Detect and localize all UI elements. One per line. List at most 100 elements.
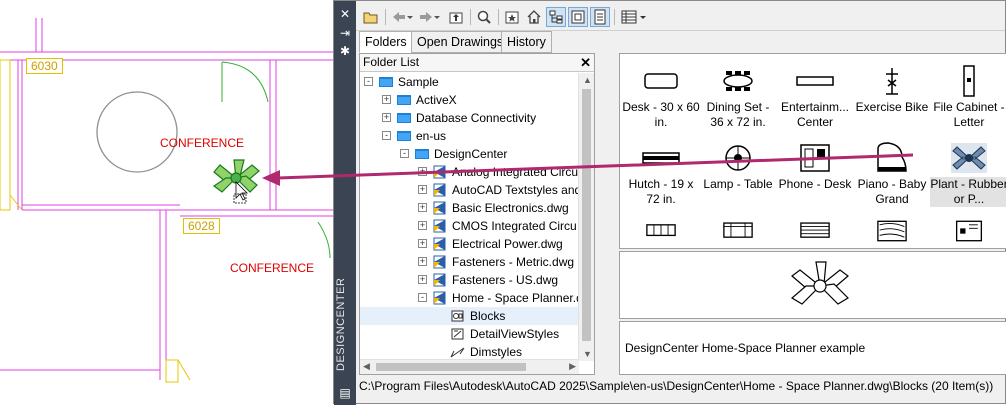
room-number-6030: 6030: [26, 58, 63, 74]
hutch-icon: [642, 152, 680, 164]
block-item-label: Lamp - Table: [703, 177, 773, 191]
tree-item[interactable]: Blocks: [360, 307, 579, 325]
home-icon[interactable]: [524, 7, 544, 27]
tree-item[interactable]: - DesignCenter: [360, 145, 579, 163]
views-icon[interactable]: [619, 7, 639, 27]
tree-item[interactable]: + Basic Electronics.dwg: [360, 199, 579, 217]
tree-toggle-icon[interactable]: [546, 7, 566, 27]
preview-icon[interactable]: [568, 7, 588, 27]
tree-item[interactable]: + Fasteners - US.dwg: [360, 271, 579, 289]
expand-icon[interactable]: +: [418, 257, 427, 266]
block-thumbnail[interactable]: [795, 216, 835, 246]
block-thumbnail[interactable]: [641, 216, 681, 246]
search-icon[interactable]: [474, 7, 494, 27]
close-icon[interactable]: ✕: [337, 6, 353, 22]
tree-item[interactable]: + Fasteners - Metric.dwg: [360, 253, 579, 271]
tree-item[interactable]: + ActiveX: [360, 91, 579, 109]
tree-item-label: Blocks: [470, 309, 506, 323]
back-dropdown-icon[interactable]: [405, 7, 415, 27]
toolbar: [356, 1, 1005, 31]
collapse-icon[interactable]: -: [418, 293, 427, 302]
autohide-icon[interactable]: ⇥: [337, 25, 353, 41]
folder-icon: [397, 113, 411, 123]
tree-item[interactable]: - en-us: [360, 127, 579, 145]
block-item[interactable]: Lamp - Table: [699, 135, 777, 209]
block-thumbnail[interactable]: [949, 216, 989, 246]
tab-folders[interactable]: Folders: [359, 31, 413, 53]
plant-icon: [951, 143, 987, 173]
folder-list-header: Folder List ✕: [360, 54, 594, 72]
block-item[interactable]: File Cabinet - Letter: [930, 58, 1006, 132]
block-item[interactable]: Exercise Bike: [853, 58, 931, 132]
collapse-icon[interactable]: -: [382, 131, 391, 140]
folder-horizontal-scrollbar[interactable]: ◀ ▶: [360, 359, 579, 374]
block-item-label: Phone - Desk: [778, 177, 852, 191]
tree-item-label: Analog Integrated Circu: [452, 165, 579, 179]
tree-item-label: CMOS Integrated Circu: [452, 219, 577, 233]
tree-item[interactable]: + Database Connectivity: [360, 109, 579, 127]
palette-menu-icon[interactable]: ▤: [337, 385, 353, 401]
palette-title-strip[interactable]: ✕ ⇥ ✱ DESIGNCENTER ▤: [334, 1, 356, 405]
block-item[interactable]: Piano - Baby Grand: [853, 135, 931, 209]
tree-item[interactable]: + Analog Integrated Circu: [360, 163, 579, 181]
tree-item-label: Sample: [398, 75, 439, 89]
tree-item[interactable]: - Sample: [360, 73, 579, 91]
views-dropdown-icon[interactable]: [638, 7, 648, 27]
up-icon[interactable]: [446, 7, 466, 27]
dimstyles-icon: [450, 347, 465, 358]
room-label-conference-2: CONFERENCE: [230, 261, 315, 275]
description-pane: ✕ DesignCenter Home-Space Planner exampl…: [619, 321, 1006, 375]
folder-icon: [397, 95, 411, 105]
expand-icon[interactable]: +: [418, 203, 427, 212]
block-thumbnail[interactable]: [872, 216, 912, 246]
dining-set-icon: [723, 71, 753, 91]
expand-icon[interactable]: +: [418, 185, 427, 194]
drawing-file-icon: [433, 291, 446, 305]
expand-icon[interactable]: +: [382, 113, 391, 122]
tree-item[interactable]: + CMOS Integrated Circu: [360, 217, 579, 235]
detail-view-styles-icon: [451, 328, 464, 340]
tree-item[interactable]: + Electrical Power.dwg: [360, 235, 579, 253]
folder-vertical-scrollbar[interactable]: ▲ ▼: [578, 73, 594, 361]
load-icon[interactable]: [361, 7, 381, 27]
block-item[interactable]: Entertainm... Center: [776, 58, 854, 132]
expand-icon[interactable]: +: [418, 221, 427, 230]
properties-icon[interactable]: ✱: [337, 43, 353, 59]
block-thumbnail[interactable]: [718, 216, 758, 246]
expand-icon[interactable]: +: [418, 167, 427, 176]
status-bar: C:\Program Files\Autodesk\AutoCAD 2025\S…: [359, 379, 994, 393]
folder-list-panel: Folder List ✕ - Sample + ActiveX + Database C…: [359, 53, 595, 375]
tree-item-label: AutoCAD Textstyles and: [452, 183, 579, 197]
block-item[interactable]: Phone - Desk: [776, 135, 854, 209]
collapse-icon[interactable]: -: [364, 77, 373, 86]
close-icon[interactable]: ✕: [580, 54, 591, 71]
drawing-file-icon: [433, 237, 446, 251]
entertainment-center-icon: [796, 76, 834, 86]
tree-item-label: Fasteners - US.dwg: [452, 273, 559, 287]
expand-icon[interactable]: +: [418, 239, 427, 248]
collapse-icon[interactable]: -: [400, 149, 409, 158]
block-item[interactable]: Desk - 30 x 60 in.: [622, 58, 700, 132]
block-item[interactable]: Dining Set - 36 x 72 in.: [699, 58, 777, 132]
forward-dropdown-icon[interactable]: [432, 7, 442, 27]
tree-item[interactable]: + AutoCAD Textstyles and: [360, 181, 579, 199]
tab-open-drawings[interactable]: Open Drawings: [411, 31, 510, 53]
drawing-canvas[interactable]: 6030 CONFERENCE 6028 CONFERENCE: [0, 0, 340, 404]
description-icon[interactable]: [590, 7, 610, 27]
tree-item-label: Home - Space Planner.d: [452, 291, 579, 305]
preview-pane: ✕: [619, 251, 1006, 319]
block-item-label: Exercise Bike: [855, 100, 929, 114]
block-item-label: File Cabinet - Letter: [933, 100, 1005, 129]
block-item[interactable]: Hutch - 19 x 72 in.: [622, 135, 700, 209]
expand-icon[interactable]: +: [382, 95, 391, 104]
block-item[interactable]: Plant - Rubber or P...: [930, 135, 1006, 209]
folder-tree[interactable]: - Sample + ActiveX + Database Connectivity - en…: [360, 73, 579, 361]
exercise-bike-icon: [886, 68, 898, 95]
tree-item-label: Basic Electronics.dwg: [452, 201, 569, 215]
tab-history[interactable]: History: [501, 31, 552, 53]
block-item-label: Piano - Baby Grand: [857, 177, 927, 206]
favorites-icon[interactable]: [502, 7, 522, 27]
tree-item[interactable]: DetailViewStyles: [360, 325, 579, 343]
expand-icon[interactable]: +: [418, 275, 427, 284]
tree-item[interactable]: - Home - Space Planner.d: [360, 289, 579, 307]
